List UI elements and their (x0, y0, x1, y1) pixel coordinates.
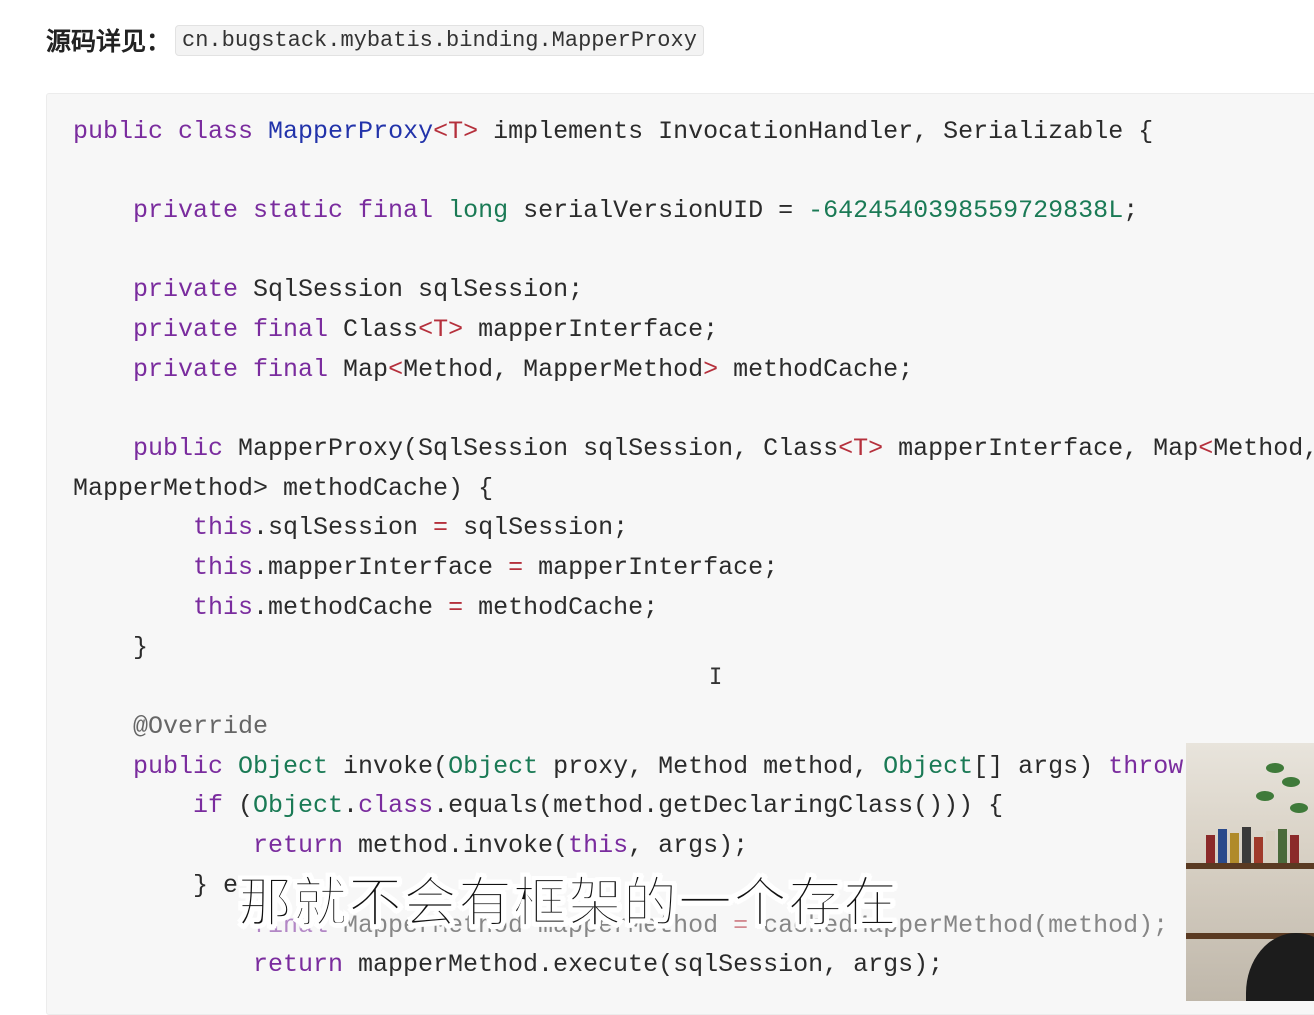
code-token: .methodCache (253, 593, 449, 622)
book (1206, 835, 1215, 863)
code-line-close-brace: } (133, 633, 149, 662)
code-token: private final (133, 315, 329, 344)
code-token: MapperProxy (268, 117, 434, 146)
code-line-else: } e (193, 871, 239, 900)
code-line-serial-version: private static final long serialVersionU… (133, 196, 1138, 226)
code-token: this (193, 593, 254, 622)
book (1242, 827, 1251, 863)
code-token: ; (1123, 196, 1139, 225)
source-reference: 源码详见： cn.bugstack.mybatis.binding.Mapper… (46, 22, 704, 58)
code-token: Method, MapperMethod (403, 355, 704, 384)
code-token: serialVersionUID = (508, 196, 809, 225)
code-token: <T> (838, 434, 884, 463)
code-token: public (133, 434, 224, 463)
code-line-assign-mapperinterface: this.mapperInterface = mapperInterface; (193, 553, 778, 583)
code-token: ( (223, 791, 254, 820)
code-token: methodCache; (463, 593, 659, 622)
code-token: sqlSession; (448, 513, 629, 542)
code-token: proxy, Method method, (538, 752, 884, 781)
code-line-assign-methodcache: this.methodCache = methodCache; (193, 593, 658, 623)
code-token: class (358, 791, 434, 820)
book (1230, 833, 1239, 863)
code-token: implements InvocationHandler, Serializab… (478, 117, 1154, 146)
code-token: Class (328, 315, 419, 344)
code-token: long (448, 196, 509, 225)
code-token: if (193, 791, 224, 820)
code-token: < (388, 355, 404, 384)
code-token: public (133, 752, 224, 781)
presenter-silhouette (1246, 933, 1314, 1001)
code-token: .equals(method.getDeclaringClass())) { (433, 791, 1004, 820)
code-token: = (508, 553, 524, 582)
book (1218, 829, 1227, 863)
book (1290, 835, 1299, 863)
code-token: .sqlSession (253, 513, 434, 542)
code-line-constructor-continuation: MapperMethod> methodCache) { (73, 474, 494, 503)
code-token: = (448, 593, 464, 622)
plant-leaf (1266, 763, 1284, 773)
code-token: Object (253, 791, 344, 820)
code-token: <T> (433, 117, 479, 146)
code-token: method.invoke( (343, 831, 569, 860)
code-line-constructor-signature: public MapperProxy(SqlSession sqlSession… (133, 434, 1314, 464)
book (1254, 837, 1263, 863)
code-line-assign-sqlsession: this.sqlSession = sqlSession; (193, 513, 628, 543)
source-label: 源码详见： (46, 27, 172, 56)
code-line-if-object-class: if (Object.class.equals(method.getDeclar… (193, 791, 1003, 821)
code-token: = (433, 513, 449, 542)
code-token: private (133, 275, 239, 304)
plant-leaf (1256, 791, 1274, 801)
code-token: this (568, 831, 629, 860)
code-line-methodcache-field: private final Map<Method, MapperMethod> … (133, 355, 913, 385)
code-token: mapperInterface; (523, 553, 779, 582)
code-token: > (703, 355, 719, 384)
code-token: return (253, 950, 344, 979)
code-token: Object (238, 752, 329, 781)
code-line-mapperinterface-field: private final Class<T> mapperInterface; (133, 315, 718, 345)
code-token: . (343, 791, 359, 820)
code-token: return (253, 831, 344, 860)
code-token: mapperInterface, Map (883, 434, 1199, 463)
code-token: mapperMethod.execute(sqlSession, args); (343, 950, 944, 979)
code-token: Object (883, 752, 974, 781)
code-token: mapperInterface; (463, 315, 719, 344)
text-cursor-icon: I (709, 665, 723, 690)
code-token: invoke( (328, 752, 449, 781)
code-line-return-method-invoke: return method.invoke(this, args); (253, 831, 748, 861)
code-token: .mapperInterface (253, 553, 509, 582)
code-token: this (193, 553, 254, 582)
code-token: this (193, 513, 254, 542)
code-token: Map (328, 355, 389, 384)
code-token: private static final (133, 196, 449, 225)
code-token: -6424540398559729838L (808, 196, 1124, 225)
code-line-invoke-signature: public Object invoke(Object proxy, Metho… (133, 752, 1183, 782)
code-line-override-annotation: @Override (133, 712, 269, 741)
code-token: private final (133, 355, 329, 384)
code-token: Object (448, 752, 539, 781)
video-subtitle: 那就不会有框架的一个存在 (238, 871, 898, 935)
code-token: MapperProxy(SqlSession sqlSession, Class (223, 434, 839, 463)
code-token: SqlSession sqlSession; (238, 275, 584, 304)
code-line-return-execute: return mapperMethod.execute(sqlSession, … (253, 950, 943, 980)
plant-leaf (1282, 777, 1300, 787)
code-line-sqlsession-field: private SqlSession sqlSession; (133, 275, 583, 305)
bookshelf (1186, 863, 1314, 869)
webcam-overlay (1186, 743, 1314, 1001)
code-token: methodCache; (718, 355, 914, 384)
code-token: <T> (418, 315, 464, 344)
plant-leaf (1290, 803, 1308, 813)
code-token: Method, (1213, 434, 1314, 463)
book (1266, 831, 1275, 863)
source-path-code: cn.bugstack.mybatis.binding.MapperProxy (175, 24, 704, 56)
code-token: [] args) (973, 752, 1109, 781)
book (1278, 829, 1287, 863)
code-line-class-declaration: public class MapperProxy<T> implements I… (73, 117, 1153, 147)
code-token: throw (1108, 752, 1184, 781)
code-token: public class (73, 117, 269, 146)
code-token: < (1198, 434, 1214, 463)
code-token: , args); (628, 831, 749, 860)
